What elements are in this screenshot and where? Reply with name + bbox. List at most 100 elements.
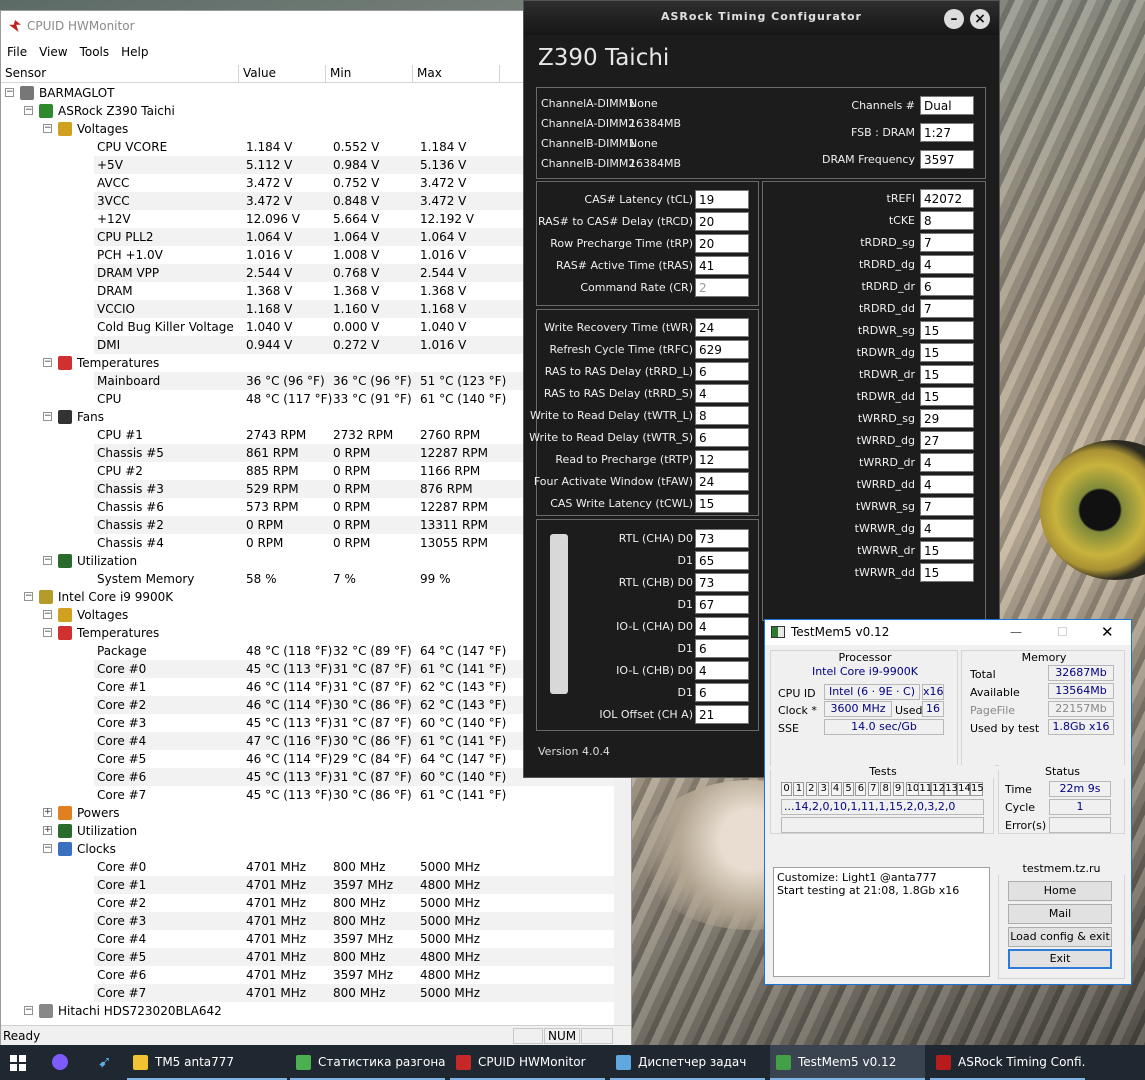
timing-input[interactable]: 4: [695, 661, 749, 680]
collapse-icon[interactable]: −: [43, 844, 52, 853]
timing-input[interactable]: 6: [695, 683, 749, 702]
taskbar-item[interactable]: ASRock Timing Confi...: [930, 1045, 1085, 1080]
tree-node[interactable]: + Utilization: [1, 822, 615, 840]
timing-input[interactable]: 6: [920, 277, 974, 296]
close-icon[interactable]: ×: [970, 9, 990, 29]
collapse-icon[interactable]: −: [43, 628, 52, 637]
taskbar-item[interactable]: TM5 anta777: [127, 1045, 287, 1080]
cortana-icon[interactable]: [52, 1054, 68, 1070]
sensor-row[interactable]: Core #5 4701 MHz 800 MHz 4800 MHz: [1, 948, 615, 966]
timing-input[interactable]: 29: [920, 409, 974, 428]
collapse-icon[interactable]: −: [24, 592, 33, 601]
taskbar-item[interactable]: Статистика разгона ...: [290, 1045, 445, 1080]
tree-node[interactable]: + Powers: [1, 804, 615, 822]
testmem-window[interactable]: TestMem5 v0.12 — ☐ ✕ Processor Intel Cor…: [764, 619, 1132, 985]
testmem-titlebar[interactable]: TestMem5 v0.12 — ☐ ✕: [765, 620, 1131, 645]
collapse-icon[interactable]: −: [43, 556, 52, 565]
taskbar-item[interactable]: Диспетчер задач: [610, 1045, 765, 1080]
timing-input[interactable]: 4: [920, 255, 974, 274]
timing-input[interactable]: 7: [920, 233, 974, 252]
column-min[interactable]: Min: [326, 65, 413, 82]
maximize-icon[interactable]: ☐: [1057, 620, 1068, 645]
sensor-row[interactable]: Core #3 4701 MHz 800 MHz 5000 MHz: [1, 912, 615, 930]
sensor-row[interactable]: Core #0 4701 MHz 800 MHz 5000 MHz: [1, 858, 615, 876]
collapse-icon[interactable]: −: [24, 106, 33, 115]
timing-input[interactable]: 4: [695, 617, 749, 636]
timing-input[interactable]: 15: [920, 541, 974, 560]
menu-file[interactable]: File: [1, 45, 33, 59]
sensor-row[interactable]: Core #4 4701 MHz 3597 MHz 5000 MHz: [1, 930, 615, 948]
info-value[interactable]: Dual: [920, 96, 974, 115]
timing-input[interactable]: 6: [695, 428, 749, 447]
timing-input[interactable]: 15: [920, 563, 974, 582]
info-value[interactable]: 1:27: [920, 123, 974, 142]
app-pinned-icon[interactable]: ➹: [98, 1053, 116, 1071]
timing-input[interactable]: 7: [920, 497, 974, 516]
timing-input[interactable]: 4: [920, 453, 974, 472]
exit-button[interactable]: Exit: [1008, 949, 1112, 969]
collapse-icon[interactable]: −: [43, 412, 52, 421]
timing-input[interactable]: 4: [695, 384, 749, 403]
timing-input[interactable]: 65: [695, 551, 749, 570]
sensor-row[interactable]: Core #2 4701 MHz 800 MHz 5000 MHz: [1, 894, 615, 912]
timing-input[interactable]: 6: [695, 362, 749, 381]
sensor-row[interactable]: Core #7 4701 MHz 800 MHz 5000 MHz: [1, 984, 615, 1002]
collapse-icon[interactable]: −: [43, 610, 52, 619]
menu-tools[interactable]: Tools: [74, 45, 116, 59]
collapse-icon[interactable]: −: [5, 88, 14, 97]
taskbar-item[interactable]: CPUID HWMonitor: [450, 1045, 605, 1080]
column-value[interactable]: Value: [239, 65, 326, 82]
timing-input[interactable]: 41: [695, 256, 749, 275]
timing-input[interactable]: 7: [920, 299, 974, 318]
taskbar-item[interactable]: TestMem5 v0.12: [770, 1045, 925, 1080]
sensor-row[interactable]: Core #6 4701 MHz 3597 MHz 4800 MHz: [1, 966, 615, 984]
menu-help[interactable]: Help: [115, 45, 154, 59]
info-value[interactable]: 3597: [920, 150, 974, 169]
sensor-row[interactable]: Core #7 45 °C (113 °F) 30 °C (86 °F) 61 °C …: [1, 786, 615, 804]
collapse-icon[interactable]: −: [24, 1006, 33, 1015]
load-config-exit-button[interactable]: Load config & exit: [1008, 927, 1112, 947]
column-max[interactable]: Max: [413, 65, 500, 82]
timing-input[interactable]: 6: [695, 639, 749, 658]
timing-input[interactable]: 67: [695, 595, 749, 614]
mail-button[interactable]: Mail: [1008, 904, 1112, 924]
timing-input[interactable]: 15: [920, 321, 974, 340]
timing-input[interactable]: 73: [695, 573, 749, 592]
timing-input[interactable]: 73: [695, 529, 749, 548]
timing-input[interactable]: 24: [695, 318, 749, 337]
rtl-scrollbar[interactable]: [550, 534, 568, 694]
column-sensor[interactable]: Sensor: [1, 65, 239, 82]
timing-input[interactable]: 20: [695, 234, 749, 253]
timing-input[interactable]: 15: [920, 343, 974, 362]
collapse-icon[interactable]: −: [43, 124, 52, 133]
sensor-row[interactable]: Core #1 4701 MHz 3597 MHz 4800 MHz: [1, 876, 615, 894]
windows-start-icon[interactable]: [10, 1055, 26, 1071]
tree-node[interactable]: − Hitachi HDS723020BLA642: [1, 1002, 615, 1020]
collapse-icon[interactable]: −: [43, 358, 52, 367]
timing-input[interactable]: 42072: [920, 189, 974, 208]
timing-input[interactable]: 15: [695, 494, 749, 513]
timing-input[interactable]: 8: [695, 406, 749, 425]
timing-input[interactable]: 15: [920, 387, 974, 406]
home-button[interactable]: Home: [1008, 881, 1112, 901]
timing-input[interactable]: 21: [695, 705, 749, 724]
timing-input[interactable]: 24: [695, 472, 749, 491]
timing-input[interactable]: 19: [695, 190, 749, 209]
expand-icon[interactable]: +: [43, 808, 52, 817]
minimize-icon[interactable]: –: [944, 9, 964, 29]
log-area[interactable]: Customize: Light1 @anta777 Start testing…: [773, 867, 990, 977]
timing-input[interactable]: 20: [695, 212, 749, 231]
timing-input[interactable]: 8: [920, 211, 974, 230]
timing-input[interactable]: 27: [920, 431, 974, 450]
close-icon[interactable]: ✕: [1101, 620, 1114, 645]
timing-input[interactable]: 4: [920, 519, 974, 538]
timing-input[interactable]: 15: [920, 365, 974, 384]
tree-node[interactable]: − Clocks: [1, 840, 615, 858]
timing-input[interactable]: 4: [920, 475, 974, 494]
minimize-icon[interactable]: —: [1010, 620, 1022, 645]
menu-view[interactable]: View: [33, 45, 73, 59]
expand-icon[interactable]: +: [43, 826, 52, 835]
asrock-titlebar[interactable]: ASRock Timing Configurator: [524, 1, 999, 35]
timing-input[interactable]: 629: [695, 340, 749, 359]
timing-input[interactable]: 12: [695, 450, 749, 469]
